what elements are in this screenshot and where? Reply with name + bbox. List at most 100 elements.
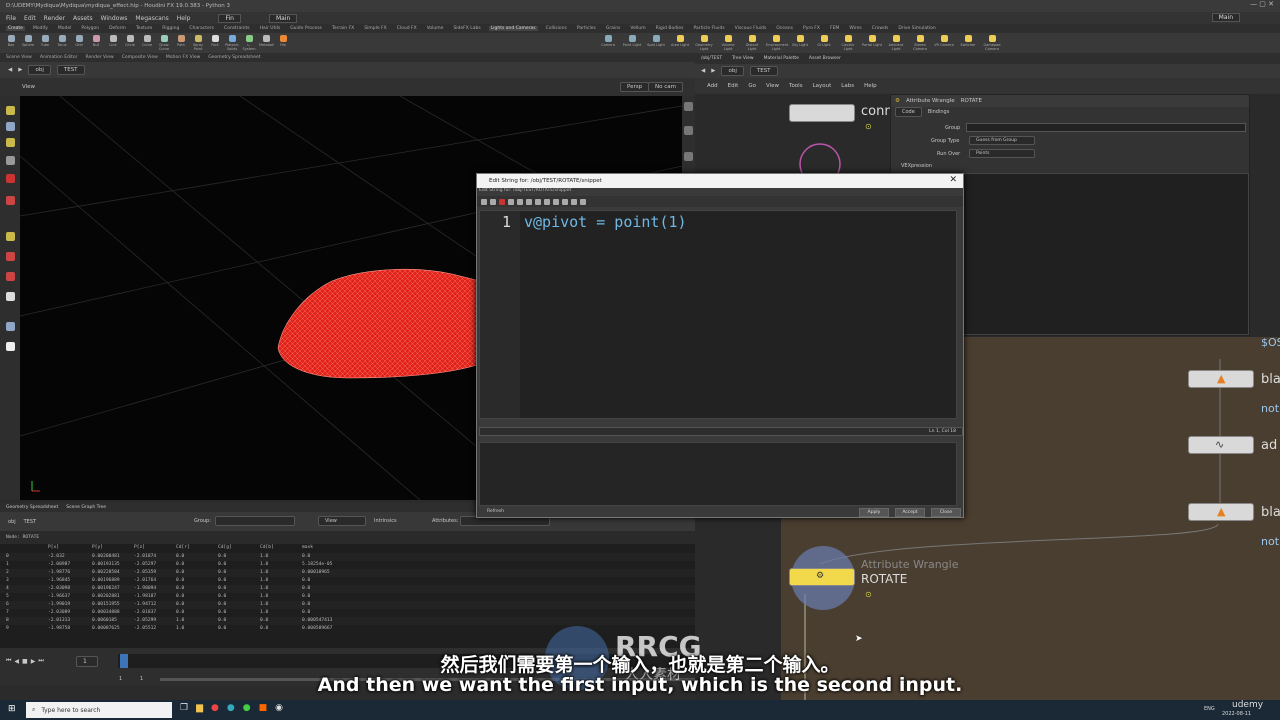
indent-icon[interactable] [544,198,550,205]
view-dropdown[interactable]: View [318,516,366,526]
shelf-tool[interactable]: Null [89,35,103,51]
net-menu-help[interactable]: Help [864,83,877,89]
cut-icon[interactable] [499,198,505,205]
shelf-tab[interactable]: Viscous Fluids [733,26,769,31]
persp-menu[interactable]: Persp [620,82,650,92]
menu-assets[interactable]: Assets [73,15,93,22]
light-tool[interactable]: Environment Light [766,35,788,51]
comment-icon[interactable] [571,198,577,205]
net-path-node[interactable]: TEST [749,66,778,76]
table-row[interactable]: 2 -1.98776 0.00228584 -2.05359 0.0 0.0 1.0 0.00… [0,569,695,577]
shelf-tool[interactable]: L-System [242,35,256,51]
redo-icon[interactable] [490,198,496,205]
tab-obj-test[interactable]: /obj/TEST [701,56,722,61]
table-row[interactable]: 5 -1.96637 0.00202881 -1.98187 0.0 0.0 1.0 0.0 [0,593,695,601]
open-icon[interactable] [562,198,568,205]
shelf-tab[interactable]: Simple FX [362,26,388,31]
tab-bindings[interactable]: Bindings [928,109,950,115]
edge-icon[interactable]: ● [227,703,235,713]
cam-menu[interactable]: No cam [648,82,683,92]
refresh-button[interactable]: Refresh [487,509,504,514]
tab-scene-view[interactable]: Scene View [6,55,32,60]
net-menu-labs[interactable]: Labs [841,83,854,89]
tab-motion-fx-view[interactable]: Motion FX View [166,55,200,60]
menu-help[interactable]: Help [177,15,191,22]
group-param-field[interactable] [966,123,1246,132]
net-menu-edit[interactable]: Edit [728,83,739,89]
accept-button[interactable]: Accept [895,508,925,517]
table-row[interactable]: 1 -2.00987 0.00193135 -2.05297 0.0 0.0 1.0 5.18… [0,561,695,569]
column-header[interactable]: Cd[b] [260,545,274,550]
menu-windows[interactable]: Windows [101,15,128,22]
chrome-icon[interactable]: ● [211,703,219,713]
tab-material-palette[interactable]: Material Palette [764,56,799,61]
help-icon[interactable] [580,198,586,205]
language-indicator[interactable]: ENG [1204,706,1215,712]
shading-icon[interactable] [684,126,693,135]
pose-tool-icon[interactable] [6,196,15,205]
light-tool[interactable]: Switcher [958,35,978,51]
light-tool[interactable]: Geometry Light [694,35,714,51]
table-row[interactable]: 8 -2.01313 0.0060185 -2.05299 1.0 0.0 0.0 0.000… [0,617,695,625]
shelf-tool[interactable]: Font [208,35,222,51]
dialog-close-icon[interactable]: ✕ [949,175,957,185]
shelf-tab[interactable]: Texture [134,26,154,31]
wireframe-icon[interactable] [684,152,693,161]
select-tool-icon[interactable] [6,106,15,115]
apply-button[interactable]: Apply [859,508,889,517]
net-menu-go[interactable]: Go [748,83,756,89]
light-tool[interactable]: Camera [598,35,618,51]
column-header[interactable]: Cd[g] [218,545,232,550]
obs-icon[interactable]: ◉ [275,703,283,713]
shelf-tab[interactable]: Grains [604,26,623,31]
back-arrow-icon[interactable]: ◀ [8,67,12,73]
light-tool[interactable]: Gamepad Camera [982,35,1002,51]
light-tool[interactable]: VR Camera [934,35,954,51]
shelf-tab[interactable]: Pyro FX [801,26,822,31]
shelf-tab[interactable]: Oceans [774,26,795,31]
shelf-tab[interactable]: Constraints [222,26,252,31]
shelf-tab[interactable]: Polygon [79,26,101,31]
column-header[interactable]: P[x] [48,545,59,550]
code-line[interactable]: v@pivot = point(1) [524,213,687,231]
handle-tool-icon[interactable] [6,174,15,183]
net-forward-icon[interactable]: ▶ [711,68,715,74]
close-button[interactable]: Close [931,508,961,517]
net-menu-add[interactable]: Add [707,83,718,89]
node-rotate[interactable]: ⚙ [789,568,855,586]
find-icon[interactable] [526,198,532,205]
light-tool[interactable]: Volume Light [718,35,738,51]
magnet-tool-icon[interactable] [6,272,15,281]
copy-icon[interactable] [508,198,514,205]
red-mesh[interactable] [277,268,481,379]
shelf-tab[interactable]: Cloud FX [395,26,419,31]
net-menu-layout[interactable]: Layout [813,83,832,89]
wechat-icon[interactable]: ● [243,703,251,713]
tab-geometry-spreadsheet[interactable]: Geometry Spreadsheet [208,55,260,60]
net-menu-tools[interactable]: Tools [789,83,803,89]
save-icon[interactable] [553,198,559,205]
tab-render-view[interactable]: Render View [86,55,114,60]
column-header[interactable]: Cd[r] [176,545,190,550]
table-row[interactable]: 3 -1.96845 0.00196889 -2.01764 0.0 0.0 1.0 0.0 [0,577,695,585]
column-header[interactable]: mask [302,545,313,550]
light-tool[interactable]: Caustic Light [838,35,858,51]
snap-tool-icon[interactable] [6,252,15,261]
desktop-selector[interactable]: Main [268,13,298,23]
shelf-tool[interactable]: Grid [72,35,86,51]
intrinsics-label[interactable]: Intrinsics [374,518,397,524]
shelf-tool[interactable]: Box [4,35,18,51]
tab-asset-browser[interactable]: Asset Browser [809,56,841,61]
shelf-tool[interactable]: Circle [123,35,137,51]
path-node[interactable]: TEST [56,65,85,75]
shelf-tab[interactable]: Rigid Bodies [654,26,686,31]
shelf-tool[interactable]: Metaball [259,35,274,51]
tab-geo-sheet[interactable]: Geometry Spreadsheet [6,505,58,510]
shelf-tab[interactable]: Particles [575,26,598,31]
net-back-icon[interactable]: ◀ [701,68,705,74]
shelf-tab[interactable]: Volume [425,26,446,31]
shelf-tab[interactable]: Characters [187,26,216,31]
shelf-tab[interactable]: Guide Process [288,26,324,31]
tab-scene-graph[interactable]: Scene Graph Tree [66,505,106,510]
shelf-tab[interactable]: Collisions [544,26,569,31]
